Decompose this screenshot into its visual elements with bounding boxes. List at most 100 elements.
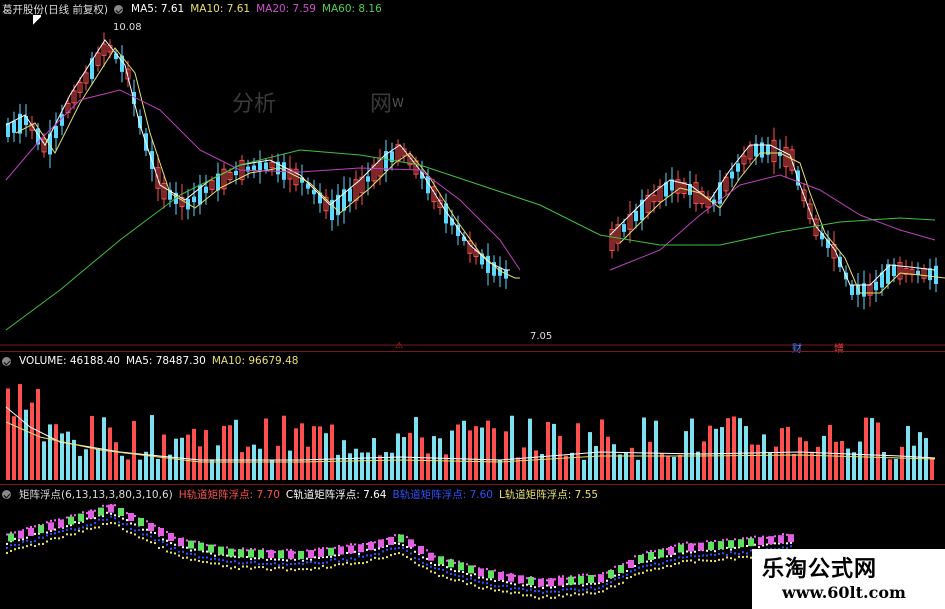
volume-panel[interactable]: VOLUME: 46188.40 MA5: 78487.30 MA10: 966… <box>0 352 945 484</box>
indicator-dot <box>114 522 116 525</box>
indicator-dot <box>726 546 728 549</box>
volume-settings-icon[interactable] <box>2 356 11 366</box>
indicator-dot <box>110 515 112 518</box>
price-chart[interactable] <box>0 0 945 350</box>
indicator-dot <box>462 575 464 578</box>
indicator-dot <box>602 585 604 588</box>
indicator-dot <box>78 529 80 532</box>
indicator-dot <box>90 527 92 530</box>
indicator-dot <box>58 537 60 540</box>
indicator-dot <box>270 569 272 572</box>
indicator-dot <box>602 572 604 575</box>
indicator-dot <box>206 550 208 553</box>
indicator-dot <box>686 541 688 544</box>
candle-down <box>252 165 256 171</box>
indicator-dot <box>270 563 272 566</box>
indicator-dot <box>694 561 696 564</box>
indicator-dot <box>434 563 436 566</box>
indicator-block <box>318 548 324 557</box>
indicator-dot <box>710 559 712 562</box>
indicator-dot <box>278 564 280 567</box>
indicator-dot <box>22 546 24 549</box>
indicator-dot <box>626 569 628 572</box>
volume-bar <box>402 437 406 480</box>
indicator-dot <box>142 537 144 540</box>
volume-bar <box>438 438 442 480</box>
indicator-dot <box>14 543 16 546</box>
indicator-dot <box>174 547 176 550</box>
settings-icon[interactable] <box>114 4 124 14</box>
volume-bar <box>420 437 424 480</box>
indicator-dot <box>186 556 188 559</box>
indicator-dot <box>634 555 636 558</box>
volume-bar <box>48 424 52 480</box>
volume-chart[interactable] <box>0 352 945 484</box>
indicator-dot <box>386 548 388 551</box>
indicator-dot <box>554 586 556 589</box>
indicator-dot <box>174 543 176 546</box>
indicator-dot <box>358 555 360 558</box>
indicator-dot <box>678 562 680 565</box>
indicator-dot <box>326 547 328 550</box>
volume-bar <box>600 419 604 480</box>
indicator-dot <box>370 554 372 557</box>
price-panel[interactable]: 葛开股份 (日线 前复权) MA5: 7.61 MA10: 7.61 MA20:… <box>0 0 945 355</box>
indicator-dot <box>502 584 504 587</box>
indicator-dot <box>426 563 428 566</box>
period-label[interactable]: (日线 前复权) <box>44 2 108 17</box>
indicator-dot <box>106 505 108 508</box>
indicator-dot <box>670 559 672 562</box>
indicator-dot <box>346 551 348 554</box>
indicator-block <box>208 544 214 553</box>
indicator-dot <box>354 550 356 553</box>
indicator-dot <box>606 583 608 586</box>
indicator-dot <box>558 575 560 578</box>
ma60-value: MA60: 8.16 <box>321 3 382 15</box>
indicator-dot <box>50 532 52 535</box>
indicator-dot <box>14 531 16 534</box>
volume-bar <box>354 448 358 480</box>
indicator-dot <box>638 572 640 575</box>
volume-bar <box>30 402 34 480</box>
volume-bar <box>660 453 664 480</box>
volume-bar <box>306 446 310 480</box>
indicator-dot <box>270 557 272 560</box>
indicator-block <box>488 570 494 579</box>
indicator-dot <box>70 514 72 517</box>
indicator-dot <box>458 578 460 581</box>
indicator-dot <box>74 514 76 517</box>
indicator-dot <box>10 549 12 552</box>
indicator-dot <box>318 562 320 565</box>
volume-bar <box>126 459 130 480</box>
indicator-dot <box>674 552 676 555</box>
indicator-block <box>778 535 784 544</box>
indicator-dot <box>774 542 776 545</box>
indicator-block <box>38 525 44 534</box>
indicator-dot <box>686 550 688 553</box>
indicator-dot <box>254 557 256 560</box>
indicator-dot <box>494 569 496 572</box>
volume-bar <box>894 458 898 480</box>
indicator-dot <box>478 580 480 583</box>
indicator-settings-icon[interactable] <box>2 489 11 499</box>
indicator-dot <box>114 517 116 520</box>
indicator-dot <box>398 552 400 555</box>
indicator-dot <box>634 564 636 567</box>
indicator-name[interactable]: 矩阵浮点(6,13,13,3,80,3,10,6) <box>19 487 173 502</box>
indicator-block <box>638 555 644 563</box>
indicator-dot <box>298 562 300 565</box>
indicator-block <box>348 545 354 554</box>
indicator-dot <box>66 533 68 536</box>
indicator-dot <box>250 567 252 570</box>
indicator-dot <box>154 532 156 535</box>
volume-bar <box>804 441 808 480</box>
indicator-dot <box>682 560 684 563</box>
indicator-block <box>268 550 274 559</box>
indicator-dot <box>554 578 556 581</box>
indicator-dot <box>530 588 532 591</box>
indicator-dot <box>518 587 520 590</box>
indicator-dot <box>318 557 320 560</box>
indicator-dot <box>690 559 692 562</box>
event-mark-warning[interactable]: ⚠ <box>395 341 403 351</box>
volume-bar <box>222 425 226 480</box>
